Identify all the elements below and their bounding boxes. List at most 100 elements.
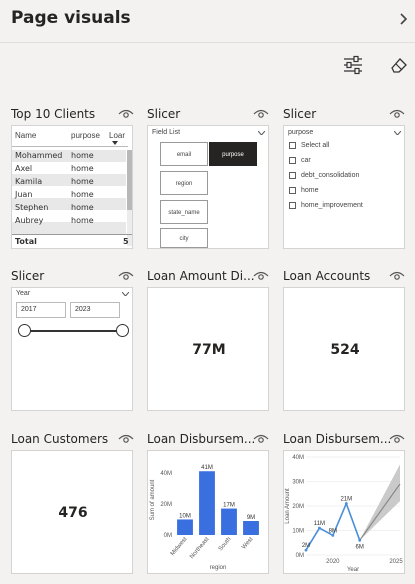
eraser-icon[interactable]	[388, 54, 410, 76]
x-tick-label: West	[241, 536, 255, 550]
x-tick-label: Northeast	[189, 536, 211, 560]
card-loan-customers[interactable]: Loan Customers 476	[11, 432, 136, 577]
table-thumbnail: Name purpose Loar Mohammed home Axel home …	[11, 125, 133, 249]
bar	[177, 519, 193, 535]
y-tick-label: 0M	[296, 553, 304, 559]
pane-header: Page visuals	[0, 0, 415, 42]
chevron-down-icon[interactable]	[394, 131, 401, 135]
card-loan-disbursement-region[interactable]: Loan Disbursem... 0M 20M 40M Sum of amount 1…	[147, 432, 272, 577]
slicer-thumbnail: Year 2017 2023	[11, 287, 133, 411]
column-header-name: Name	[15, 131, 37, 140]
bar	[199, 471, 215, 535]
data-point	[304, 548, 308, 552]
eye-icon[interactable]	[253, 108, 269, 120]
line-chart: 0M 10M 20M 30M 40M Loan Amount 2M 11M 8M 21M 6M 202…	[285, 455, 403, 573]
card-slicer-year[interactable]: Slicer Year 2017 2023	[11, 269, 136, 414]
checkbox[interactable]	[289, 142, 296, 149]
x-tick-label: 2025	[389, 559, 403, 565]
slicer-tile-region[interactable]: region	[160, 171, 208, 195]
filter-settings-icon[interactable]	[342, 54, 364, 76]
checkbox[interactable]	[289, 157, 296, 164]
forecast-band	[359, 464, 400, 541]
slicer-thumbnail: purpose Select all car debt_consolidatio…	[283, 125, 405, 249]
slicer-field-label: Year	[16, 290, 31, 297]
data-label: 21M	[340, 497, 352, 503]
chart-thumbnail: 0M 20M 40M Sum of amount 10M Midwest 41M Northe…	[147, 450, 269, 574]
kpi-value: 77M	[192, 342, 226, 358]
year-to-input[interactable]: 2023	[70, 302, 120, 318]
card-loan-accounts[interactable]: Loan Accounts 524	[283, 269, 408, 414]
chart-thumbnail: 0M 10M 20M 30M 40M Loan Amount 2M 11M 8M 21M 6M 202…	[283, 450, 405, 574]
slicer-tile-purpose[interactable]: purpose	[209, 142, 257, 166]
card-title: Slicer	[147, 107, 181, 121]
card-slicer-purpose[interactable]: Slicer purpose Select all car debt_conso…	[283, 107, 408, 252]
y-tick-label: 40M	[160, 471, 172, 477]
column-header-loan: Loar	[109, 131, 126, 140]
chevron-right-icon[interactable]	[397, 9, 411, 29]
kpi-thumbnail: 77M	[147, 287, 269, 411]
scrollbar-thumb[interactable]	[127, 150, 132, 210]
header-underline	[12, 146, 128, 147]
slicer-tile-state-name[interactable]: state_name	[160, 200, 208, 224]
chevron-down-icon[interactable]	[258, 131, 265, 135]
kpi-value: 476	[58, 505, 88, 521]
sort-descending-icon	[112, 141, 118, 145]
x-axis-label: region	[210, 565, 227, 571]
header-divider	[0, 42, 415, 43]
slicer-tile-email[interactable]: email	[160, 142, 208, 166]
card-title: Slicer	[283, 107, 317, 121]
card-title: Loan Accounts	[283, 269, 371, 283]
slider-handle-start[interactable]	[18, 324, 31, 337]
data-point	[331, 534, 335, 537]
total-divider	[12, 234, 132, 235]
eye-icon[interactable]	[389, 433, 405, 445]
card-title: Loan Disbursem...	[147, 432, 256, 446]
x-tick-label: Midwest	[170, 536, 189, 557]
eye-icon[interactable]	[118, 433, 134, 445]
card-loan-disbursement-year[interactable]: Loan Disbursem... 0M 10M 20M 30M 40M Loan Amo…	[283, 432, 408, 577]
card-loan-amount[interactable]: Loan Amount Di... 77M	[147, 269, 272, 414]
x-axis-label: Year	[347, 567, 359, 573]
checkbox[interactable]	[289, 202, 296, 209]
eye-icon[interactable]	[253, 433, 269, 445]
card-title: Slicer	[11, 269, 45, 283]
card-slicer-field-list[interactable]: Slicer Field List email purpose region s…	[147, 107, 272, 252]
eye-icon[interactable]	[253, 270, 269, 282]
y-tick-label: 30M	[292, 480, 304, 486]
y-tick-label: 20M	[292, 504, 304, 510]
x-tick-label: 2020	[326, 559, 340, 565]
data-label: 8M	[329, 528, 337, 534]
y-axis-label: Loan Amount	[285, 488, 291, 524]
eye-icon[interactable]	[389, 108, 405, 120]
slicer-thumbnail: Field List email purpose region state_na…	[147, 125, 269, 249]
eye-icon[interactable]	[389, 270, 405, 282]
data-label: 10M	[179, 513, 191, 519]
data-label: 2M	[302, 543, 310, 549]
kpi-thumbnail: 476	[11, 450, 133, 574]
kpi-value: 524	[330, 342, 360, 358]
checkbox[interactable]	[289, 172, 296, 179]
card-title: Loan Amount Di...	[147, 269, 255, 283]
bar	[221, 508, 237, 535]
option-label: Select all	[301, 142, 330, 149]
eye-icon[interactable]	[118, 108, 134, 120]
y-tick-label: 40M	[292, 455, 304, 461]
chevron-down-icon[interactable]	[122, 292, 129, 296]
option-label: home	[301, 187, 319, 194]
data-label: 17M	[223, 503, 235, 509]
card-top-10-clients[interactable]: Top 10 Clients Name purpose Loar Mohamme…	[11, 107, 136, 252]
data-point	[344, 502, 348, 505]
checkbox[interactable]	[289, 187, 296, 194]
year-from-input[interactable]: 2017	[16, 302, 66, 318]
card-title: Top 10 Clients	[11, 107, 96, 121]
y-tick-label: 0M	[164, 533, 172, 539]
eye-icon[interactable]	[118, 270, 134, 282]
y-tick-label: 10M	[292, 529, 304, 535]
forecast-line	[359, 483, 401, 541]
data-point	[358, 538, 362, 542]
slider-track[interactable]	[24, 330, 124, 332]
slicer-tile-city[interactable]: city	[160, 228, 208, 248]
data-point	[318, 526, 321, 530]
slider-handle-end[interactable]	[116, 324, 129, 337]
data-label: 41M	[201, 465, 213, 471]
